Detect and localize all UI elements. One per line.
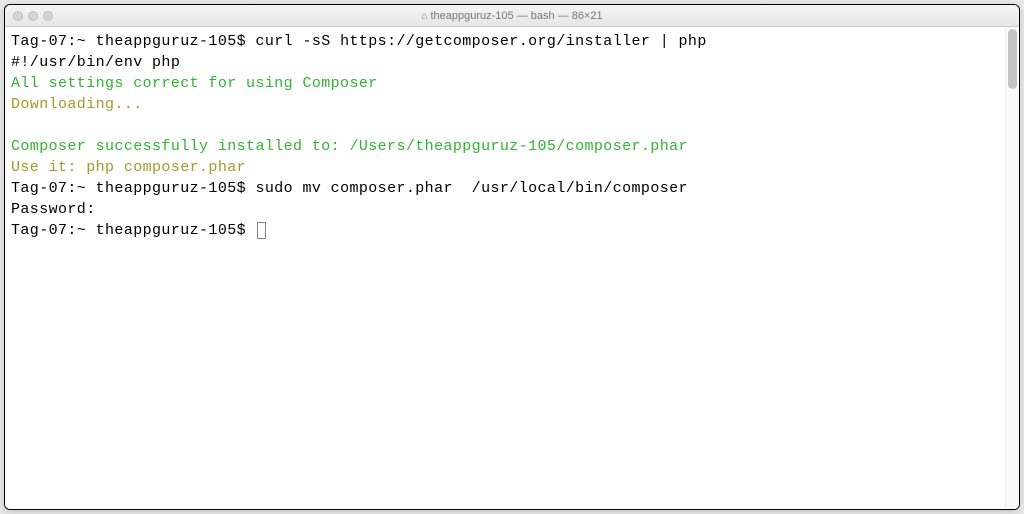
terminal-line: Downloading...: [11, 94, 1013, 115]
shell-prompt: Tag-07:~ theappguruz-105$: [11, 33, 255, 50]
shell-command: sudo mv composer.phar /usr/local/bin/com…: [255, 180, 687, 197]
terminal-line: Tag-07:~ theappguruz-105$ curl -sS https…: [11, 31, 1013, 52]
terminal-line: All settings correct for using Composer: [11, 73, 1013, 94]
window-title-text: theappguruz-105 — bash — 86×21: [430, 10, 602, 22]
shell-command: curl -sS https://getcomposer.org/install…: [255, 33, 706, 50]
zoom-button[interactable]: [43, 11, 53, 21]
terminal-line: Password:: [11, 199, 1013, 220]
close-button[interactable]: [13, 11, 23, 21]
window-title: ⌂ theappguruz-105 — bash — 86×21: [5, 10, 1019, 22]
home-icon: ⌂: [421, 11, 427, 22]
cursor: [257, 222, 266, 239]
terminal-content[interactable]: Tag-07:~ theappguruz-105$ curl -sS https…: [5, 27, 1019, 509]
terminal-line: #!/usr/bin/env php: [11, 52, 1013, 73]
shell-prompt: Tag-07:~ theappguruz-105$: [11, 222, 255, 239]
terminal-line: Use it: php composer.phar: [11, 157, 1013, 178]
terminal-line: [11, 115, 1013, 136]
shell-prompt: Tag-07:~ theappguruz-105$: [11, 180, 255, 197]
terminal-line: Tag-07:~ theappguruz-105$: [11, 220, 1013, 241]
terminal-line: Tag-07:~ theappguruz-105$ sudo mv compos…: [11, 178, 1013, 199]
window-titlebar: ⌂ theappguruz-105 — bash — 86×21: [5, 5, 1019, 27]
scrollbar-track[interactable]: [1005, 27, 1019, 509]
scrollbar-thumb[interactable]: [1008, 29, 1017, 89]
traffic-lights: [5, 11, 53, 21]
terminal-window: ⌂ theappguruz-105 — bash — 86×21 Tag-07:…: [4, 4, 1020, 510]
resize-icon: [1004, 9, 1016, 21]
terminal-line: Composer successfully installed to: /Use…: [11, 136, 1013, 157]
minimize-button[interactable]: [28, 11, 38, 21]
